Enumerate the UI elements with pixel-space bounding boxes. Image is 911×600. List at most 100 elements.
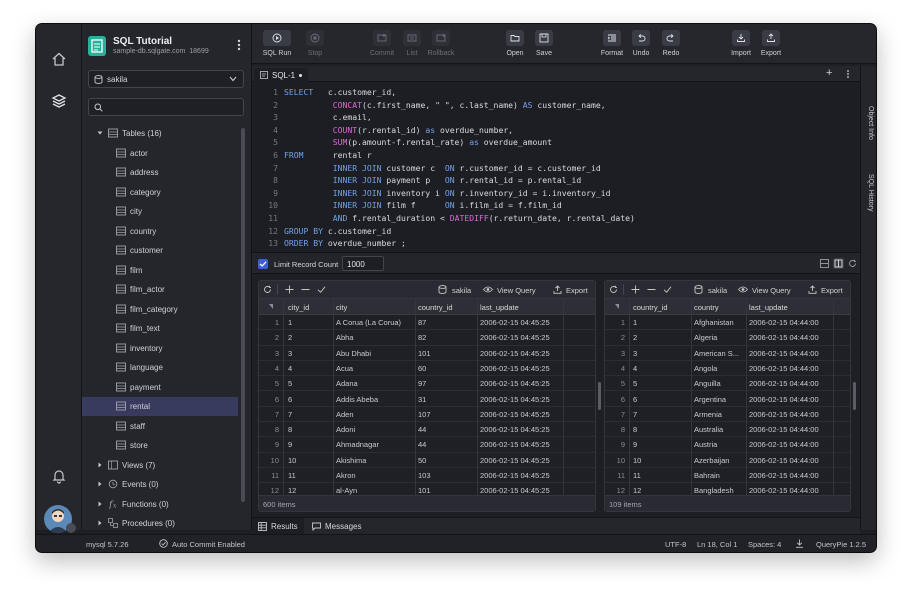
table-item-country[interactable]: country bbox=[82, 222, 238, 241]
table-cell[interactable]: 5 bbox=[288, 379, 332, 388]
table-cell[interactable]: 44 bbox=[418, 440, 476, 449]
chevron-right-icon[interactable] bbox=[96, 480, 104, 488]
table-cell[interactable]: 2006-02-15 04:45:25 bbox=[480, 486, 581, 495]
code-line[interactable]: INNER JOIN customer c ON r.customer_id =… bbox=[284, 162, 601, 175]
tab-results[interactable]: Results bbox=[252, 518, 304, 535]
export-button[interactable]: Export bbox=[752, 30, 790, 64]
column-divider[interactable] bbox=[833, 299, 834, 497]
table-row[interactable]: 2 2 Abha 82 2006-02-15 04:45:25 bbox=[259, 330, 595, 346]
apply-check-icon[interactable] bbox=[317, 285, 326, 294]
table-cell[interactable]: Afghanistan bbox=[694, 318, 745, 327]
table-cell[interactable]: Australia bbox=[694, 425, 745, 434]
table-cell[interactable]: 2006-02-15 04:44:00 bbox=[749, 395, 836, 404]
table-row[interactable]: 8 8 Adoni 44 2006-02-15 04:45:25 bbox=[259, 422, 595, 438]
refresh-icon[interactable] bbox=[609, 285, 618, 294]
view-query-button[interactable]: View Query bbox=[497, 286, 536, 295]
grid-splitter-handle[interactable] bbox=[598, 382, 601, 410]
table-row[interactable]: 1 1 Afghanistan 2006-02-15 04:44:00 bbox=[605, 315, 850, 331]
tab-sql-history[interactable]: SQL History bbox=[864, 174, 874, 211]
code-line[interactable]: INNER JOIN inventory i ON r.inventory_id… bbox=[284, 187, 611, 200]
table-cell[interactable]: 9 bbox=[633, 440, 690, 449]
limit-record-checkbox[interactable] bbox=[258, 259, 268, 269]
table-cell[interactable]: Aden bbox=[336, 410, 414, 419]
table-row[interactable]: 2 2 Algeria 2006-02-15 04:44:00 bbox=[605, 330, 850, 346]
table-cell[interactable]: Adoni bbox=[336, 425, 414, 434]
code-line[interactable]: AND f.rental_duration < DATEDIFF(r.retur… bbox=[284, 212, 635, 225]
table-item-category[interactable]: category bbox=[82, 183, 238, 202]
table-row[interactable]: 3 3 Abu Dhabi 101 2006-02-15 04:45:25 bbox=[259, 346, 595, 361]
chevron-down-icon[interactable] bbox=[96, 129, 104, 137]
table-cell[interactable]: 2006-02-15 04:45:25 bbox=[480, 349, 581, 358]
bell-icon[interactable] bbox=[48, 465, 70, 487]
table-cell[interactable]: 2006-02-15 04:44:00 bbox=[749, 318, 836, 327]
table-item-actor[interactable]: actor bbox=[82, 144, 238, 163]
table-cell[interactable]: 12 bbox=[288, 486, 332, 495]
table-cell[interactable]: 11 bbox=[633, 471, 690, 480]
settings-gear-icon[interactable] bbox=[66, 523, 76, 533]
code-line[interactable]: SUM(p.amount-f.rental_rate) as overdue_a… bbox=[284, 136, 552, 149]
table-cell[interactable]: 3 bbox=[288, 349, 332, 358]
table-cell[interactable]: 2006-02-15 04:45:25 bbox=[480, 395, 581, 404]
table-row[interactable]: 5 5 Adana 97 2006-02-15 04:45:25 bbox=[259, 376, 595, 392]
table-item-staff[interactable]: staff bbox=[82, 417, 238, 436]
table-cell[interactable]: Bahrain bbox=[694, 471, 745, 480]
code-line[interactable]: CONCAT(c.first_name, " ", c.last_name) A… bbox=[284, 99, 606, 112]
sidebar-scrollbar[interactable] bbox=[241, 128, 245, 502]
column-divider[interactable] bbox=[563, 299, 564, 497]
code-line[interactable]: SELECT c.customer_id, bbox=[284, 86, 396, 99]
table-cell[interactable]: 4 bbox=[633, 364, 690, 373]
table-item-film_category[interactable]: film_category bbox=[82, 300, 238, 319]
download-icon[interactable] bbox=[795, 539, 804, 548]
table-cell[interactable]: 2006-02-15 04:44:00 bbox=[749, 379, 836, 388]
table-cell[interactable]: 2006-02-15 04:45:25 bbox=[480, 456, 581, 465]
tree-views-folder[interactable]: Views (7) bbox=[82, 456, 238, 475]
table-cell[interactable]: 11 bbox=[288, 471, 332, 480]
layout-vertical-icon[interactable] bbox=[833, 258, 844, 269]
apply-check-icon[interactable] bbox=[663, 285, 672, 294]
code-line[interactable]: INNER JOIN payment p ON r.rental_id = p.… bbox=[284, 174, 582, 187]
table-cell[interactable]: 2 bbox=[288, 333, 332, 342]
table-cell[interactable]: 2006-02-15 04:44:00 bbox=[749, 471, 836, 480]
table-item-film[interactable]: film bbox=[82, 261, 238, 280]
table-cell[interactable]: 7 bbox=[633, 410, 690, 419]
table-cell[interactable]: 10 bbox=[633, 456, 690, 465]
code-line[interactable]: INNER JOIN film f ON i.film_id = f.film_… bbox=[284, 199, 562, 212]
table-row[interactable]: 11 11 Akron 103 2006-02-15 04:45:25 bbox=[259, 468, 595, 484]
table-row[interactable]: 10 10 Akishima 50 2006-02-15 04:45:25 bbox=[259, 453, 595, 468]
table-cell[interactable]: Austria bbox=[694, 440, 745, 449]
table-item-language[interactable]: language bbox=[82, 358, 238, 377]
table-cell[interactable]: 60 bbox=[418, 364, 476, 373]
table-cell[interactable]: 1 bbox=[288, 318, 332, 327]
table-cell[interactable]: 50 bbox=[418, 456, 476, 465]
table-cell[interactable]: 2006-02-15 04:44:00 bbox=[749, 410, 836, 419]
table-item-customer[interactable]: customer bbox=[82, 241, 238, 260]
view-query-button[interactable]: View Query bbox=[752, 286, 791, 295]
table-cell[interactable]: 2006-02-15 04:44:00 bbox=[749, 349, 836, 358]
table-cell[interactable]: Argentina bbox=[694, 395, 745, 404]
table-cell[interactable]: 82 bbox=[418, 333, 476, 342]
table-row[interactable]: 3 3 American S... 2006-02-15 04:44:00 bbox=[605, 346, 850, 361]
select-all-icon[interactable] bbox=[269, 304, 273, 309]
result-grid-country[interactable]: sakila View Query Export country_id country l… bbox=[604, 280, 851, 512]
stop-button[interactable]: Stop bbox=[296, 30, 334, 64]
table-item-film_actor[interactable]: film_actor bbox=[82, 280, 238, 299]
table-cell[interactable]: 2006-02-15 04:44:00 bbox=[749, 486, 836, 495]
table-cell[interactable]: 5 bbox=[633, 379, 690, 388]
tree-events-folder[interactable]: Events (0) bbox=[82, 475, 238, 494]
column-header[interactable]: city bbox=[336, 303, 347, 312]
sql-editor[interactable]: SQL-1 + 1 SELECT c.customer_id, 2 CONCAT(c… bbox=[252, 66, 860, 252]
table-item-payment[interactable]: payment bbox=[82, 378, 238, 397]
code-line[interactable]: FROM rental r bbox=[284, 149, 372, 162]
table-row[interactable]: 4 4 Acua 60 2006-02-15 04:45:25 bbox=[259, 361, 595, 377]
database-select[interactable]: sakila bbox=[88, 70, 244, 88]
table-cell[interactable]: Algeria bbox=[694, 333, 745, 342]
grid-resize-handle[interactable] bbox=[853, 382, 856, 410]
remove-row-icon[interactable] bbox=[647, 285, 656, 294]
table-row[interactable]: 5 5 Anguilla 2006-02-15 04:44:00 bbox=[605, 376, 850, 392]
table-cell[interactable]: Acua bbox=[336, 364, 414, 373]
remove-row-icon[interactable] bbox=[301, 285, 310, 294]
column-header[interactable]: last_update bbox=[749, 303, 788, 312]
chevron-right-icon[interactable] bbox=[96, 519, 104, 527]
more-options-icon[interactable] bbox=[234, 38, 244, 52]
column-header[interactable]: last_update bbox=[480, 303, 519, 312]
